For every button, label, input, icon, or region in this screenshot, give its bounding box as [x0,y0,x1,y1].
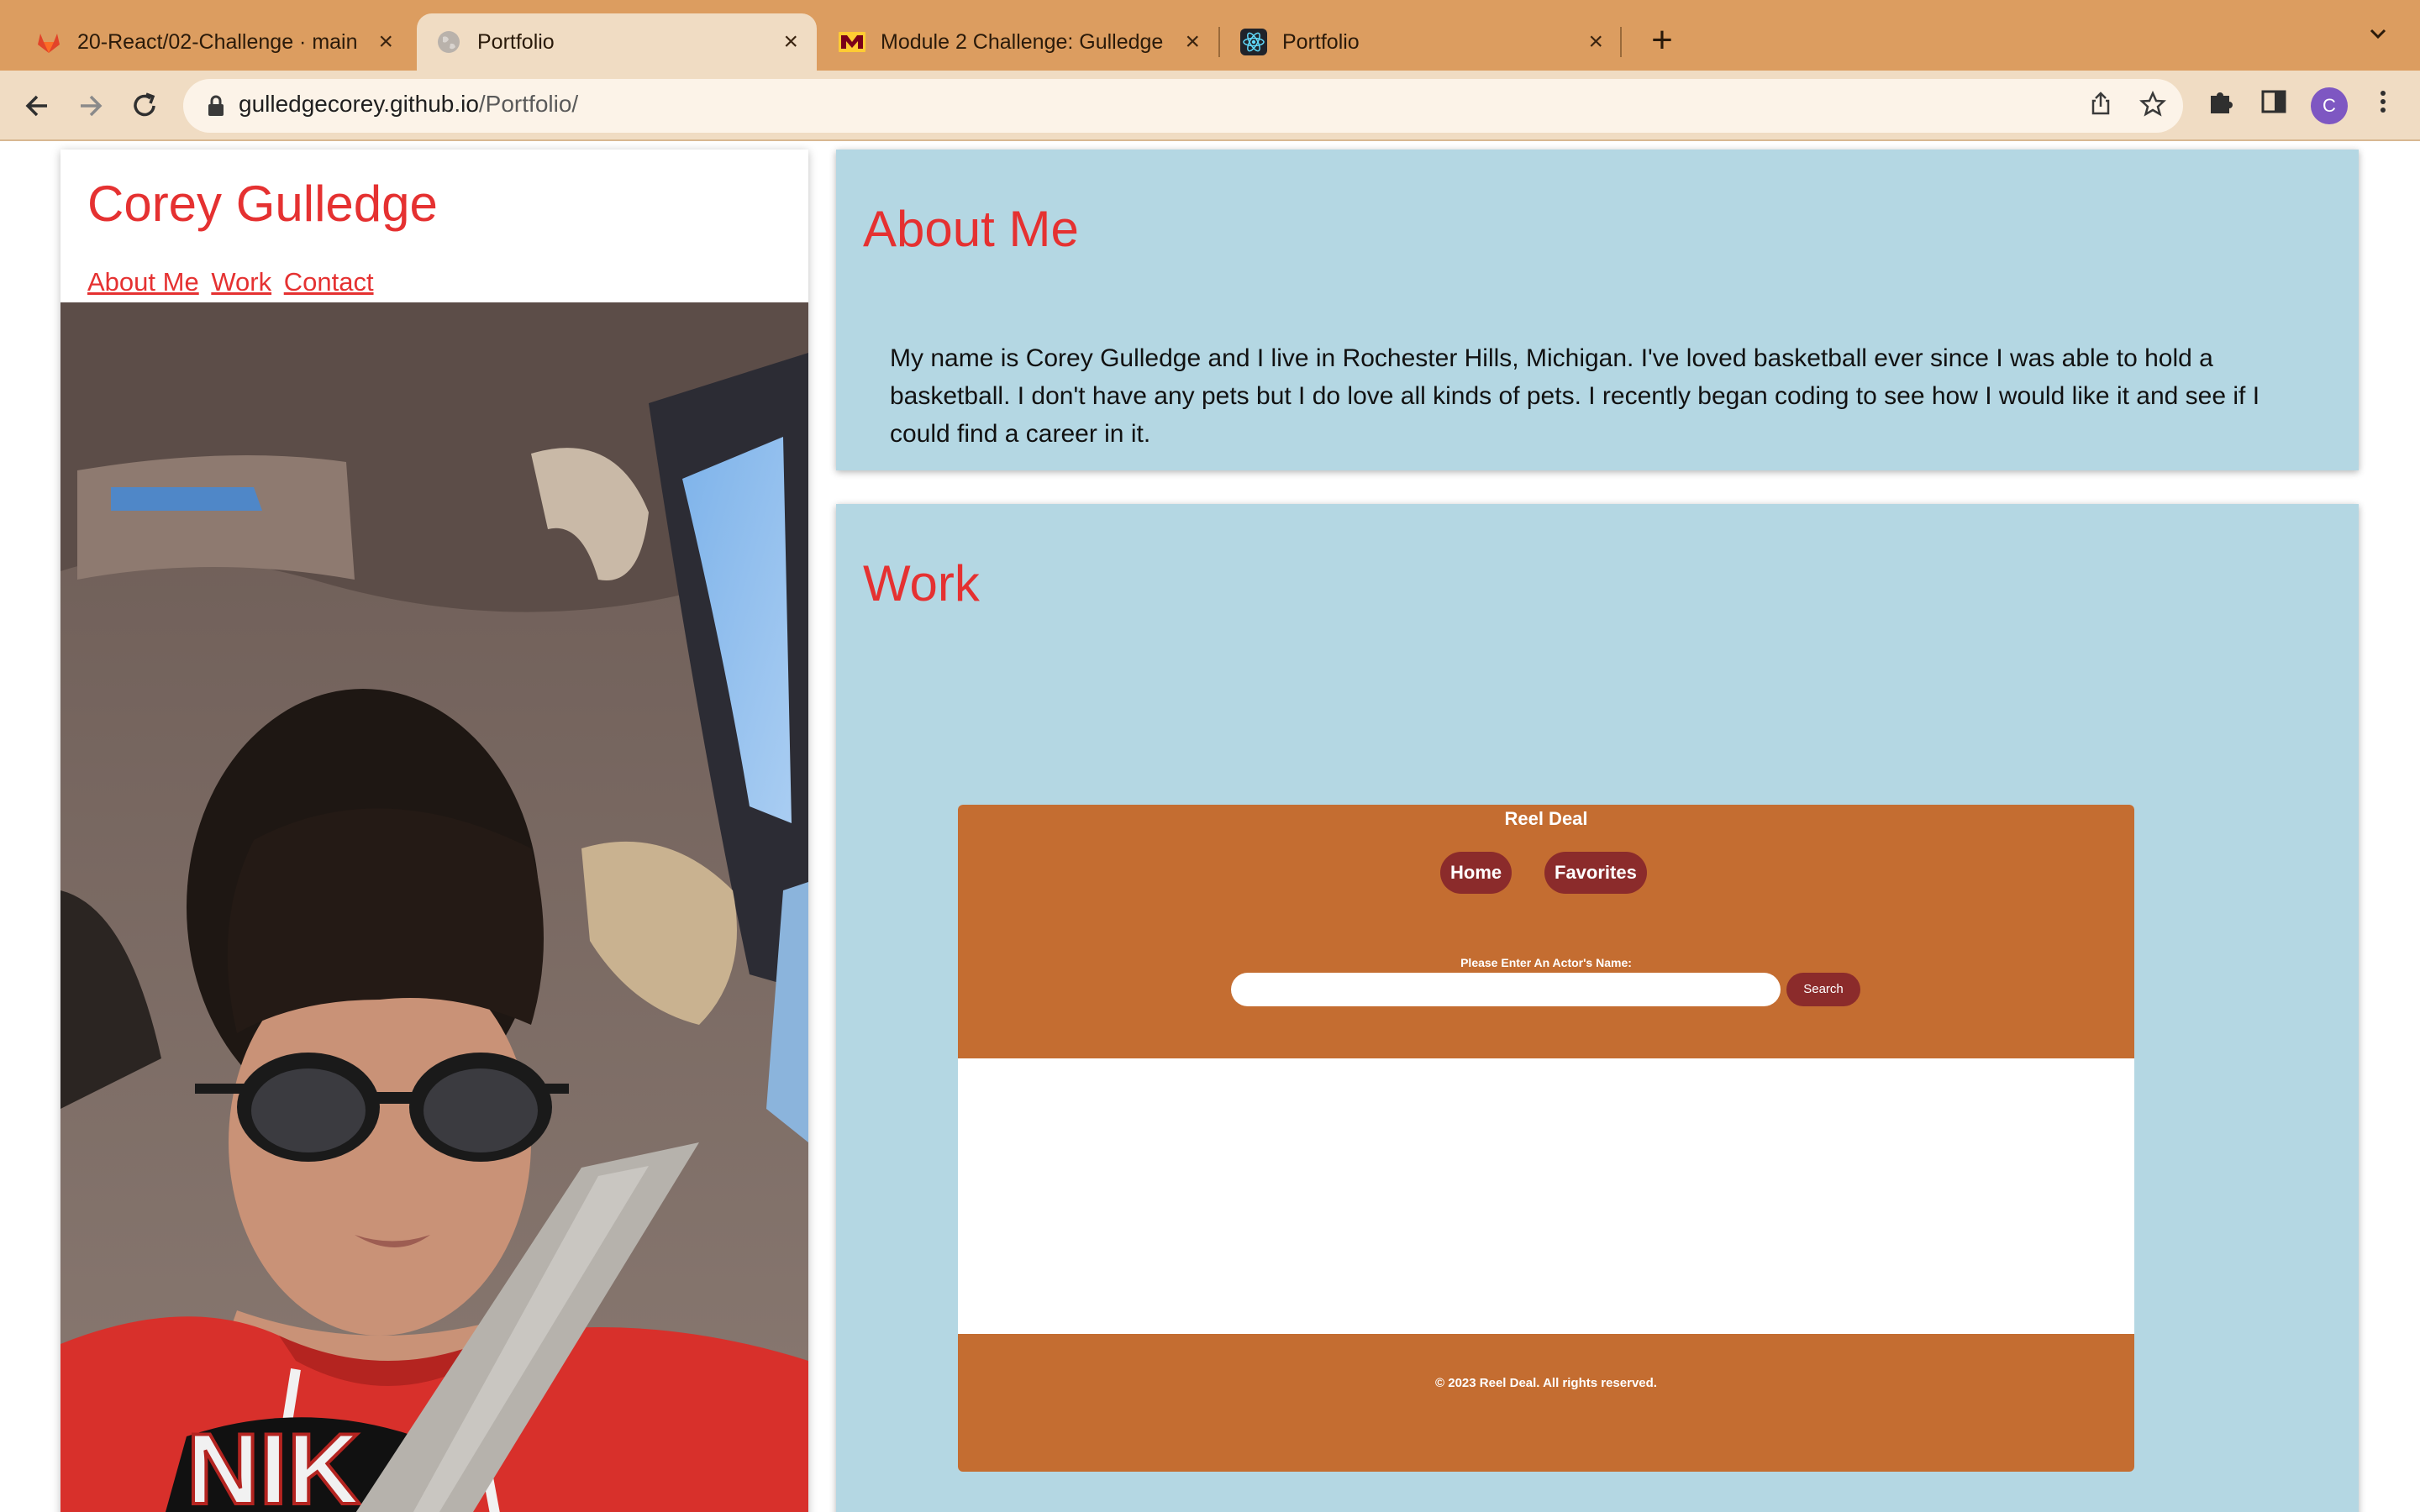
new-tab-button[interactable]: + [1640,18,1684,62]
copyright-text: © 2023 Reel Deal. All rights reserved. [1435,1376,1657,1390]
selfie-illustration: NIK [60,302,808,1512]
react-icon [1240,29,1267,55]
tab-gitlab[interactable]: 20-React/02-Challenge · main × [17,13,412,71]
selfie-photo: NIK [60,302,808,1512]
browser-toolbar: gulledgecorey.github.io/Portfolio/ [0,71,2420,141]
project-footer: © 2023 Reel Deal. All rights reserved. [958,1334,2134,1472]
university-m-icon [839,32,865,52]
close-icon[interactable]: × [1588,29,1603,55]
nav-link-work[interactable]: Work [211,267,271,297]
forward-arrow-icon[interactable] [71,86,111,126]
close-icon[interactable]: × [783,29,798,55]
gitlab-icon [38,34,60,53]
address-bar[interactable]: gulledgecorey.github.io/Portfolio/ [183,79,2183,133]
project-title: Reel Deal [1504,808,1588,829]
tab-title: Portfolio [477,29,555,54]
side-panel-icon[interactable] [2255,87,2292,124]
tab-search-chevron-icon[interactable] [2366,22,2390,52]
tab-portfolio-active[interactable]: Portfolio × [417,13,817,71]
reload-icon[interactable] [124,86,165,126]
share-icon[interactable] [2086,91,2116,121]
site-nav: About Me Work Contact [87,267,379,297]
tab-divider [1218,27,1220,57]
search-button[interactable]: Search [1786,973,1860,1006]
browser-menu-icon[interactable] [2365,87,2402,124]
tab-module-challenge[interactable]: Module 2 Challenge: Gulledge × [820,13,1218,71]
tab-title: Portfolio [1282,29,1360,54]
url-path: /Portfolio/ [478,91,579,117]
project-header: Reel Deal Home Favorites Please Enter An… [958,805,2134,1058]
nav-link-about[interactable]: About Me [87,267,199,297]
tab-strip: 20-React/02-Challenge · main × Portfolio… [0,0,2420,71]
bookmark-star-icon[interactable] [2138,90,2168,121]
work-heading: Work [863,555,980,612]
about-heading: About Me [863,201,1079,257]
svg-text:NIK: NIK [187,1413,360,1512]
actor-search-input[interactable] [1231,973,1781,1006]
profile-avatar[interactable]: C [2311,87,2348,124]
project-nav-home[interactable]: Home [1440,852,1512,894]
back-arrow-icon[interactable] [17,86,57,126]
page-viewport: Corey Gulledge About Me Work Contact NIK… [0,143,2420,1512]
close-icon[interactable]: × [1185,29,1200,55]
extensions-puzzle-icon[interactable] [2203,87,2240,124]
project-preview-reel-deal[interactable]: Reel Deal Home Favorites Please Enter An… [958,805,2134,1472]
about-text: My name is Corey Gulledge and I live in … [890,344,2260,448]
tab-portfolio-react[interactable]: Portfolio × [1222,13,1622,71]
page-title: Corey Gulledge [87,176,438,232]
work-section: Work Reel Deal Home Favorites Please Ent… [836,504,2359,1512]
about-section: About Me My name is Corey Gulledge and I… [836,150,2359,470]
globe-icon [438,31,460,53]
profile-card: Corey Gulledge About Me Work Contact NIK [60,150,808,1512]
tab-title: Module 2 Challenge: Gulledge [881,29,1164,54]
url-text[interactable]: gulledgecorey.github.io/Portfolio/ [239,91,578,118]
close-icon[interactable]: × [378,29,393,55]
url-host: gulledgecorey.github.io [239,91,479,117]
tab-divider [1620,27,1622,57]
nav-link-contact[interactable]: Contact [284,267,374,297]
project-nav-favorites[interactable]: Favorites [1544,852,1647,894]
lock-icon [208,95,224,116]
tab-title: 20-React/02-Challenge · main [77,29,358,54]
search-label: Please Enter An Actor's Name: [1460,956,1632,969]
